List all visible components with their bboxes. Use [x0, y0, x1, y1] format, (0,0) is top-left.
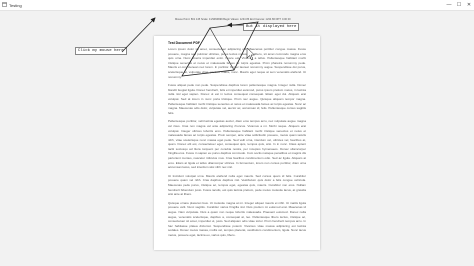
click-location-note: Click my mouse here [75, 47, 127, 55]
close-button[interactable]: ✕ [464, 0, 474, 10]
document-paragraph: Ut tincidunt volutpat urna. Mauris eleif… [168, 173, 306, 197]
display-location-note: But it displayed here [243, 23, 300, 31]
app-window-icon [2, 2, 7, 7]
pdf-page[interactable]: Test Document PDF Lorem ipsum dolor sit … [154, 36, 320, 250]
status-readout: Mouse Point: 801 145 Scale: 0.29999999 B… [175, 18, 291, 21]
click-arrow [121, 17, 156, 53]
maximize-button[interactable]: ☐ [454, 0, 464, 10]
minimize-button[interactable]: — [444, 0, 454, 10]
window-title: Testing [9, 2, 22, 8]
document-body: Lorem ipsum dolor sit amet, consectetuer… [168, 47, 306, 242]
document-paragraph: Fusce aliquet pede non pede. Suspendisse… [168, 83, 306, 115]
document-paragraph: Pellentesque porttitor, velit lacinia eg… [168, 119, 306, 170]
document-title: Test Document PDF [168, 41, 200, 45]
window-title-bar[interactable]: Testing — ☐ ✕ [0, 0, 474, 11]
document-paragraph: Lorem ipsum dolor sit amet, consectetuer… [168, 47, 306, 79]
document-paragraph: Quisque ornare placerat risus. Ut molest… [168, 200, 306, 237]
